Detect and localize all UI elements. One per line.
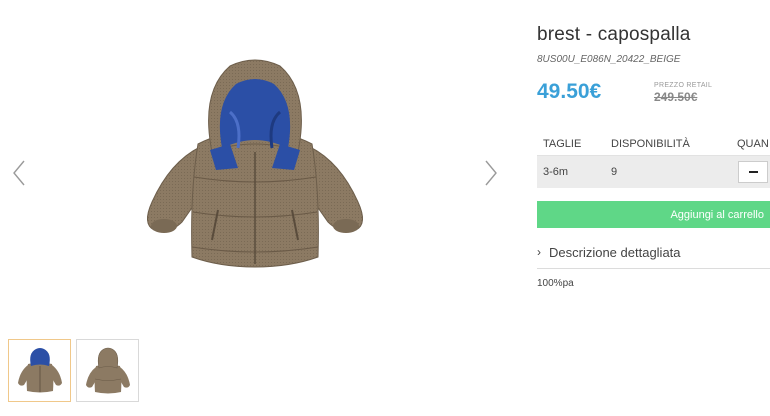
- retail-price: 249.50€: [654, 90, 698, 104]
- retail-price-label: PREZZO RETAIL: [654, 82, 713, 89]
- header-availability: DISPONIBILITÀ: [611, 138, 690, 150]
- thumbnail-front[interactable]: [8, 339, 71, 402]
- description-toggle[interactable]: › Descrizione dettagliata: [537, 245, 770, 269]
- chevron-right-icon: ›: [537, 245, 541, 259]
- product-price: 49.50€: [537, 80, 602, 103]
- header-size: TAGLIE: [543, 138, 582, 150]
- header-quantity: QUAN: [737, 138, 769, 150]
- thumbnail-back[interactable]: [76, 339, 139, 402]
- product-gallery: [0, 0, 520, 416]
- next-image-arrow-icon[interactable]: [478, 158, 502, 188]
- previous-image-arrow-icon[interactable]: [8, 158, 32, 188]
- quantity-decrement-button[interactable]: [738, 161, 768, 183]
- product-info-panel: brest - capospalla 8US00U_E086N_20422_BE…: [537, 0, 770, 416]
- description-text: 100%pa: [537, 278, 574, 289]
- minus-icon: [749, 171, 758, 173]
- thumbnail-strip: [8, 339, 139, 402]
- product-main-image: [130, 52, 380, 282]
- sizes-table: TAGLIE DISPONIBILITÀ QUAN 3-6m 9: [537, 128, 770, 188]
- add-to-cart-button[interactable]: Aggiungi al carrello: [537, 201, 770, 228]
- row-availability: 9: [611, 166, 618, 178]
- row-size: 3-6m: [543, 166, 569, 178]
- sizes-table-header: TAGLIE DISPONIBILITÀ QUAN: [537, 128, 770, 156]
- description-toggle-label: Descrizione dettagliata: [549, 245, 681, 260]
- product-title: brest - capospalla: [537, 24, 691, 45]
- table-row: 3-6m 9: [537, 156, 770, 188]
- product-sku: 8US00U_E086N_20422_BEIGE: [537, 54, 681, 65]
